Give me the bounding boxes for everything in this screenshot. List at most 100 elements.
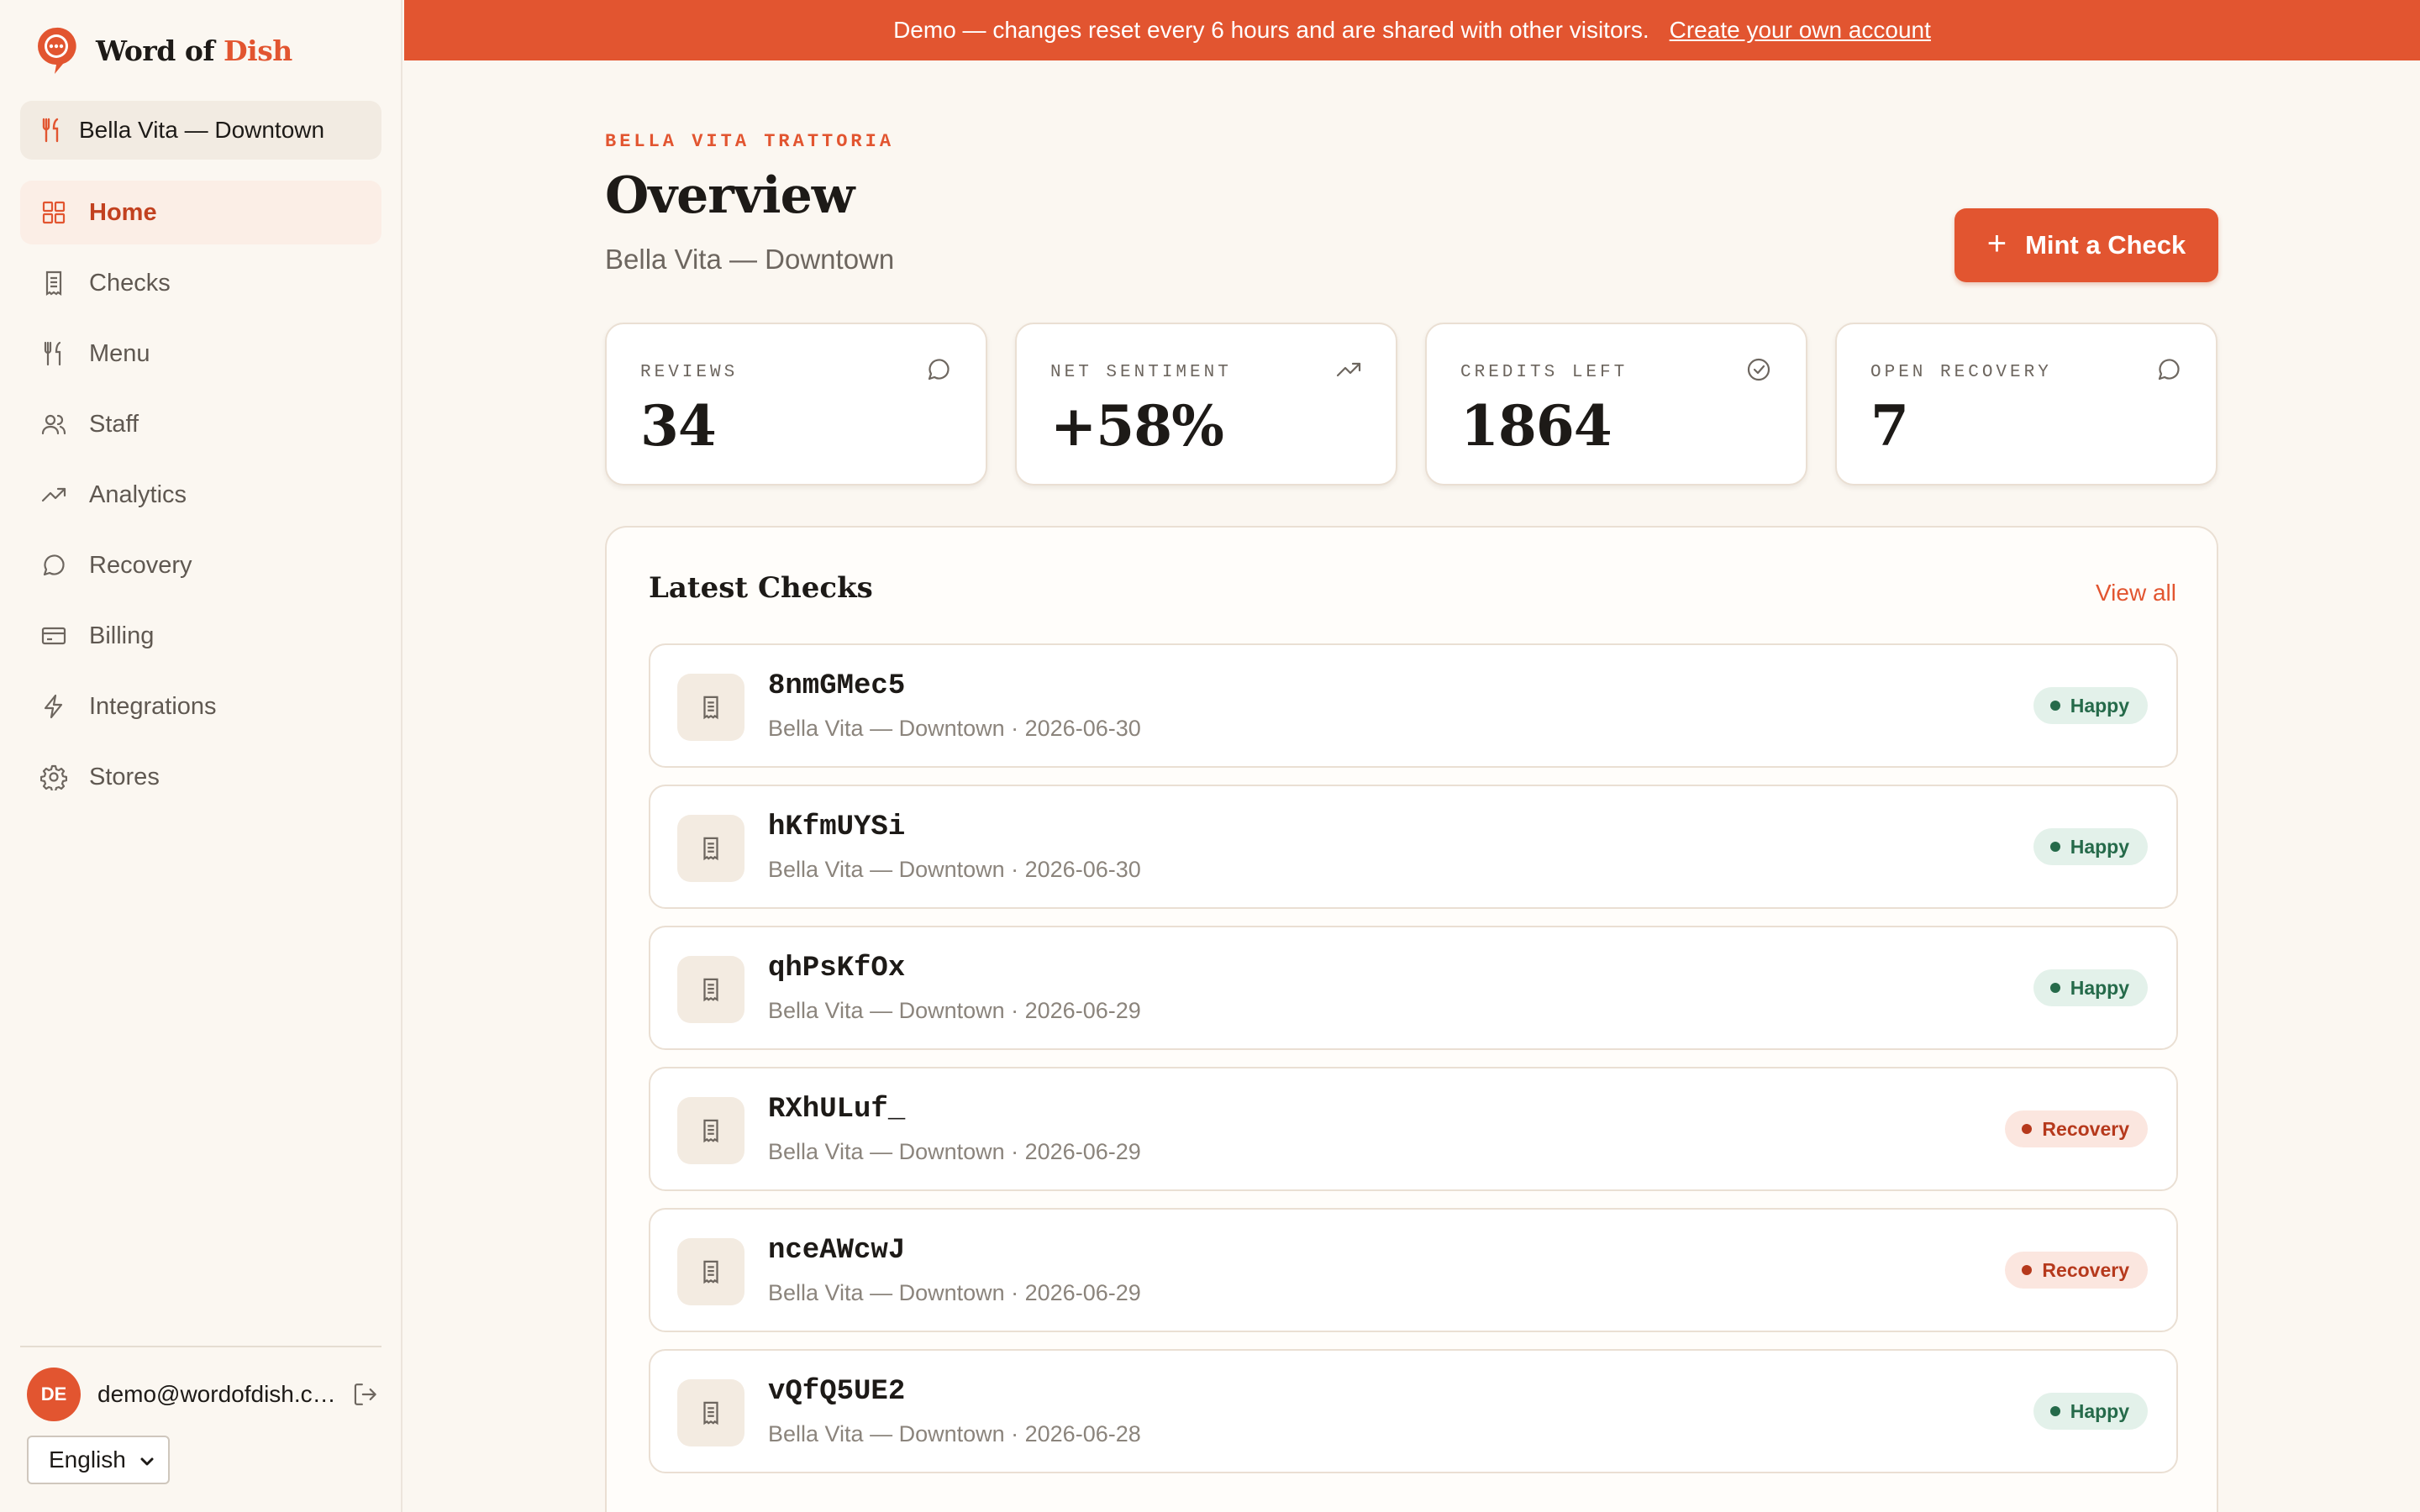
stat-label: OPEN RECOVERY	[1870, 363, 2052, 382]
check-meta: Bella Vita — Downtown · 2026-06-28	[768, 1421, 1141, 1446]
check-row[interactable]: qhPsKfOx Bella Vita — Downtown · 2026-06…	[649, 926, 2178, 1050]
stat-card-open-recovery: OPEN RECOVERY 7	[1835, 323, 2217, 486]
check-row[interactable]: hKfmUYSi Bella Vita — Downtown · 2026-06…	[649, 785, 2178, 909]
sidebar-item-label: Integrations	[89, 692, 217, 720]
mint-check-button-label: Mint a Check	[2025, 230, 2186, 260]
grid-icon	[42, 201, 66, 224]
status-dot	[2049, 842, 2060, 852]
stat-card-reviews: REVIEWS 34	[605, 323, 987, 486]
sidebar-item-label: Staff	[89, 410, 139, 438]
status-badge-label: Happy	[2070, 976, 2129, 999]
stat-value: 1864	[1460, 393, 1612, 459]
sidebar-item-home[interactable]: Home	[20, 181, 381, 244]
status-badge-label: Happy	[2070, 835, 2129, 858]
sidebar-item-staff[interactable]: Staff	[20, 392, 381, 456]
gear-icon	[40, 764, 67, 790]
panel-title: Latest Checks	[649, 571, 873, 605]
avatar[interactable]: DE	[27, 1368, 81, 1421]
language-select-value: English	[49, 1446, 126, 1473]
status-badge: Happy	[2033, 828, 2148, 865]
sidebar-item-label: Checks	[89, 269, 171, 297]
utensils-icon	[42, 118, 59, 143]
receipt-tile	[677, 1097, 744, 1164]
check-meta: Bella Vita — Downtown · 2026-06-30	[768, 857, 1141, 882]
sidebar-item-analytics[interactable]: Analytics	[20, 463, 381, 527]
receipt-tile	[677, 674, 744, 741]
receipt-icon	[703, 696, 718, 720]
check-meta: Bella Vita — Downtown · 2026-06-29	[768, 1139, 1141, 1164]
stat-value: 7	[1870, 393, 1909, 459]
plus-icon: +	[1986, 224, 2007, 262]
brand[interactable]: Word of Dish	[35, 25, 292, 76]
trending-up-icon	[41, 487, 66, 502]
check-row[interactable]: vQfQ5UE2 Bella Vita — Downtown · 2026-06…	[649, 1349, 2178, 1473]
status-badge: Recovery	[2005, 1252, 2148, 1289]
speech-bubble-logo-icon	[38, 27, 76, 74]
mint-check-button[interactable]: + Mint a Check	[1954, 208, 2218, 282]
stat-card-net-sentiment: NET SENTIMENT +58%	[1015, 323, 1397, 486]
stat-value: 34	[640, 393, 717, 459]
status-badge-label: Recovery	[2042, 1258, 2129, 1281]
language-select[interactable]: English	[27, 1436, 170, 1484]
lightning-icon	[44, 694, 63, 719]
stat-label: REVIEWS	[640, 363, 739, 382]
stat-card-credits-left: CREDITS LEFT 1864	[1425, 323, 1807, 486]
sidebar-item-label: Analytics	[89, 480, 187, 508]
sidebar-item-menu[interactable]: Menu	[20, 322, 381, 386]
logout-icon[interactable]	[351, 1380, 380, 1409]
sidebar-item-integrations[interactable]: Integrations	[20, 675, 381, 738]
status-badge: Happy	[2033, 1393, 2148, 1430]
stat-label: CREDITS LEFT	[1460, 363, 1628, 382]
status-badge-label: Happy	[2070, 694, 2129, 717]
user-email: demo@wordofdish.com	[97, 1381, 339, 1407]
check-circle-icon	[1747, 358, 1770, 381]
demo-banner: Demo — changes reset every 6 hours and a…	[404, 0, 2420, 60]
message-circle-icon	[2158, 359, 2180, 381]
sidebar-item-label: Stores	[89, 763, 160, 790]
page-title: Overview	[605, 166, 855, 225]
utensils-icon	[44, 341, 61, 366]
receipt-tile	[677, 1238, 744, 1305]
check-code: qhPsKfOx	[768, 953, 906, 984]
check-code: 8nmGMec5	[768, 670, 906, 702]
restaurant-eyebrow: BELLA VITA TRATTORIA	[605, 131, 895, 152]
demo-banner-text: Demo — changes reset every 6 hours and a…	[893, 17, 1649, 43]
create-account-link[interactable]: Create your own account	[1670, 17, 1931, 44]
sidebar-item-recovery[interactable]: Recovery	[20, 533, 381, 597]
credit-card-icon	[41, 627, 66, 645]
sidebar-item-stores[interactable]: Stores	[20, 745, 381, 809]
check-code: nceAWcwJ	[768, 1235, 906, 1267]
check-row[interactable]: RXhULuf_ Bella Vita — Downtown · 2026-06…	[649, 1067, 2178, 1191]
receipt-icon	[703, 1119, 718, 1143]
sidebar-nav: Home Checks Menu Staff Analytics Recover…	[20, 181, 381, 816]
receipt-tile	[677, 956, 744, 1023]
status-badge: Happy	[2033, 687, 2148, 724]
receipt-icon	[703, 978, 718, 1002]
receipt-icon	[45, 270, 62, 297]
check-meta: Bella Vita — Downtown · 2026-06-29	[768, 1280, 1141, 1305]
sidebar-item-label: Recovery	[89, 551, 192, 579]
status-dot	[2049, 983, 2060, 993]
trending-up-icon	[1336, 362, 1361, 377]
store-switcher[interactable]: Bella Vita — Downtown	[20, 101, 381, 160]
users-icon	[41, 414, 66, 435]
receipt-tile	[677, 1379, 744, 1446]
check-code: hKfmUYSi	[768, 811, 906, 843]
receipt-icon	[703, 837, 718, 861]
sidebar-item-label: Home	[89, 198, 157, 226]
receipt-tile	[677, 815, 744, 882]
check-row[interactable]: 8nmGMec5 Bella Vita — Downtown · 2026-06…	[649, 643, 2178, 768]
check-meta: Bella Vita — Downtown · 2026-06-30	[768, 716, 1141, 741]
status-badge-label: Recovery	[2042, 1117, 2129, 1140]
message-circle-icon	[43, 554, 65, 576]
sidebar-item-billing[interactable]: Billing	[20, 604, 381, 668]
message-circle-icon	[928, 359, 950, 381]
status-dot	[2049, 1406, 2060, 1416]
view-all-link[interactable]: View all	[2096, 580, 2176, 606]
check-row[interactable]: nceAWcwJ Bella Vita — Downtown · 2026-06…	[649, 1208, 2178, 1332]
sidebar-item-checks[interactable]: Checks	[20, 251, 381, 315]
sidebar-divider	[20, 1346, 381, 1347]
stat-value: +58%	[1050, 393, 1224, 459]
status-badge: Happy	[2033, 969, 2148, 1006]
receipt-icon	[703, 1401, 718, 1425]
